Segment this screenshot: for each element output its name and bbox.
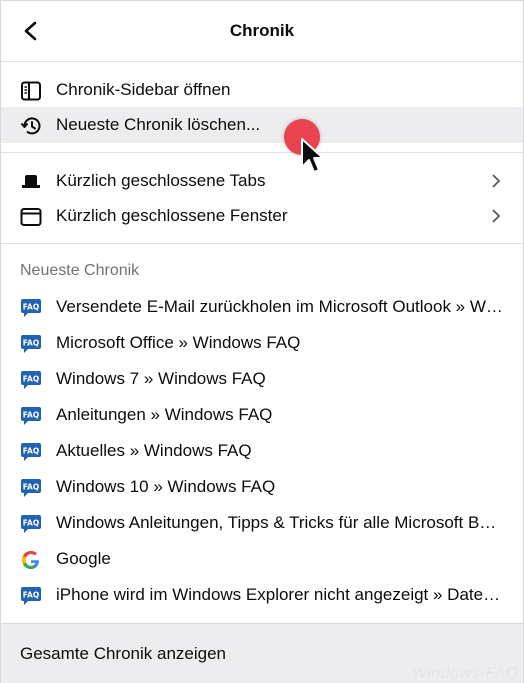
- recently-closed-tabs-item[interactable]: Kürzlich geschlossene Tabs: [1, 163, 523, 199]
- svg-text:FAQ: FAQ: [23, 411, 39, 420]
- svg-text:FAQ: FAQ: [23, 483, 39, 492]
- history-item[interactable]: FAQ Microsoft Office » Windows FAQ: [1, 325, 523, 361]
- tab-icon: [22, 175, 40, 188]
- divider: [1, 61, 523, 62]
- clear-recent-history-label: Neueste Chronik löschen...: [56, 115, 261, 134]
- faq-icon: FAQ: [21, 299, 41, 317]
- history-item[interactable]: FAQ Windows 7 » Windows FAQ: [1, 361, 523, 397]
- recently-closed-tabs-label: Kürzlich geschlossene Tabs: [56, 171, 266, 190]
- faq-icon: FAQ: [21, 443, 41, 461]
- history-item-label: Windows 10 » Windows FAQ: [56, 477, 276, 496]
- history-item[interactable]: FAQ Windows Anleitungen, Tipps & Tricks …: [1, 505, 523, 541]
- history-item[interactable]: FAQ Windows 10 » Windows FAQ: [1, 469, 523, 505]
- svg-text:FAQ: FAQ: [23, 339, 39, 348]
- panel-header: Chronik: [1, 1, 523, 61]
- recently-closed-windows-label: Kürzlich geschlossene Fenster: [56, 206, 288, 225]
- svg-text:FAQ: FAQ: [23, 591, 39, 600]
- history-item[interactable]: FAQ iPhone wird im Windows Explorer nich…: [1, 577, 523, 613]
- history-item[interactable]: FAQ Anleitungen » Windows FAQ: [1, 397, 523, 433]
- history-item-label: Google: [56, 549, 111, 568]
- divider: [1, 152, 523, 153]
- watermark: Windows-FAQ: [411, 665, 519, 682]
- history-item[interactable]: FAQ Versendete E-Mail zurückholen im Mic…: [1, 289, 523, 325]
- history-item-label: Microsoft Office » Windows FAQ: [56, 333, 301, 352]
- panel-title: Chronik: [229, 21, 295, 40]
- window-icon: [20, 208, 42, 226]
- history-item-label: Windows Anleitungen, Tipps & Tricks für …: [56, 513, 505, 532]
- faq-icon: FAQ: [21, 479, 41, 497]
- show-all-history-label: Gesamte Chronik anzeigen: [20, 644, 227, 663]
- faq-icon: FAQ: [21, 371, 41, 389]
- faq-icon: FAQ: [21, 335, 41, 353]
- history-item-label: Versendete E-Mail zurückholen im Microso…: [56, 297, 505, 316]
- open-history-sidebar-label: Chronik-Sidebar öffnen: [56, 80, 231, 99]
- faq-icon: FAQ: [21, 407, 41, 425]
- clear-recent-history-item[interactable]: Neueste Chronik löschen...: [1, 107, 523, 143]
- sidebar-icon: [21, 81, 41, 101]
- svg-text:FAQ: FAQ: [23, 303, 39, 312]
- history-item-label: iPhone wird im Windows Explorer nicht an…: [56, 585, 505, 604]
- history-item-label: Aktuelles » Windows FAQ: [56, 441, 252, 460]
- recent-history-heading: Neueste Chronik: [20, 262, 140, 279]
- chevron-right-icon: [492, 174, 501, 188]
- chevron-right-icon: [492, 209, 501, 223]
- svg-text:FAQ: FAQ: [23, 447, 39, 456]
- mouse-pointer-icon: [301, 138, 324, 173]
- recently-closed-windows-item[interactable]: Kürzlich geschlossene Fenster: [1, 198, 523, 234]
- divider: [1, 243, 523, 244]
- history-item[interactable]: Google: [1, 541, 523, 577]
- show-all-history-button[interactable]: Gesamte Chronik anzeigen Windows-FAQ: [1, 623, 523, 683]
- svg-text:FAQ: FAQ: [23, 375, 39, 384]
- faq-icon: FAQ: [21, 587, 41, 605]
- svg-text:FAQ: FAQ: [23, 519, 39, 528]
- history-item-label: Windows 7 » Windows FAQ: [56, 369, 266, 388]
- history-item[interactable]: FAQ Aktuelles » Windows FAQ: [1, 433, 523, 469]
- faq-icon: FAQ: [21, 515, 41, 533]
- history-icon: [20, 117, 41, 135]
- google-icon: [22, 551, 39, 569]
- history-item-label: Anleitungen » Windows FAQ: [56, 405, 273, 424]
- open-history-sidebar-item[interactable]: Chronik-Sidebar öffnen: [1, 72, 523, 108]
- history-panel: Chronik Chronik-Sidebar öffnen Neueste C…: [0, 0, 524, 683]
